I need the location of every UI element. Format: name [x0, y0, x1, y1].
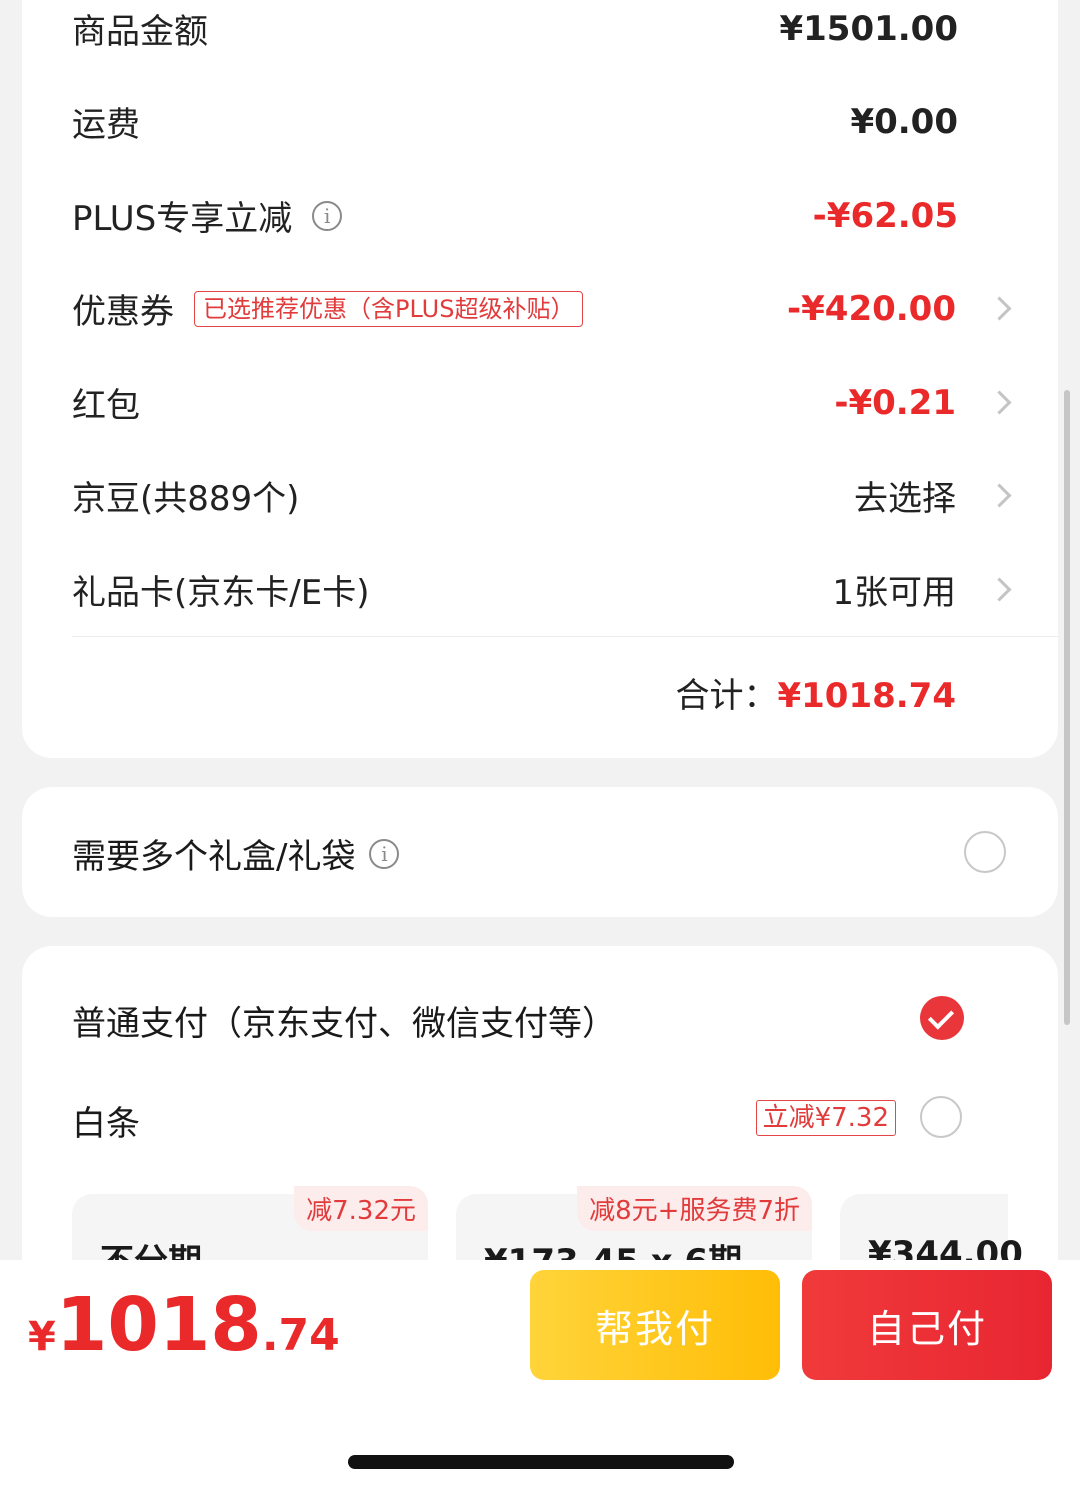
info-icon[interactable]: i	[369, 838, 400, 869]
plus-discount-value: -¥62.05	[812, 195, 958, 236]
order-summary-card: 商品金额 ¥1501.00 运费 ¥0.00 PLUS专享立减 i -¥62.0…	[22, 0, 1058, 758]
self-pay-button[interactable]: 自己付	[802, 1270, 1052, 1380]
red-packet-value: -¥0.21	[834, 382, 956, 423]
gift-box-card: 需要多个礼盒/礼袋 i	[22, 787, 1058, 917]
installment-badge: 减7.32元	[294, 1186, 428, 1231]
divider	[72, 636, 1058, 637]
normal-payment-checked-icon[interactable]	[920, 996, 964, 1040]
coupon-value: -¥420.00	[787, 288, 956, 329]
chevron-right-icon[interactable]	[987, 390, 1012, 415]
chevron-right-icon[interactable]	[987, 483, 1012, 508]
gift-card-value: 1张可用	[832, 573, 956, 613]
info-icon[interactable]: i	[312, 200, 343, 231]
coupon-row[interactable]: 优惠券 已选推荐优惠（含PLUS超级补贴） -¥420.00	[72, 262, 1012, 355]
gift-box-label: 需要多个礼盒/礼袋 i	[72, 829, 400, 878]
goods-amount-row: 商品金额 ¥1501.00	[72, 0, 1008, 75]
total-label: 合计：	[675, 676, 778, 716]
normal-payment-label[interactable]: 普通支付（京东支付、微信支付等）	[72, 996, 616, 1045]
jingdou-row[interactable]: 京豆(共889个) 去选择	[72, 449, 1012, 542]
shipping-row: 运费 ¥0.00	[72, 75, 1008, 168]
goods-amount-label: 商品金额	[72, 12, 208, 52]
shipping-label: 运费	[72, 105, 140, 145]
coupon-label: 优惠券 已选推荐优惠（含PLUS超级补贴）	[72, 284, 584, 333]
gift-card-row[interactable]: 礼品卡(京东卡/E卡) 1张可用	[72, 543, 1012, 636]
gift-box-radio[interactable]	[964, 831, 1006, 873]
gift-card-label: 礼品卡(京东卡/E卡)	[72, 573, 370, 613]
total-value: ¥1018.74	[777, 676, 956, 716]
baitiao-discount-tag: 立减¥7.32	[755, 1100, 896, 1136]
jingdou-value: 去选择	[854, 479, 956, 519]
help-pay-button[interactable]: 帮我付	[530, 1270, 780, 1380]
gift-box-text: 需要多个礼盒/礼袋	[72, 837, 356, 877]
red-packet-row[interactable]: 红包 -¥0.21	[72, 356, 1012, 449]
plus-discount-row: PLUS专享立减 i -¥62.05	[72, 169, 1008, 262]
bottom-bar: ¥1018.74 帮我付 自己付	[0, 1260, 1080, 1490]
baitiao-label[interactable]: 白条	[72, 1096, 140, 1145]
baitiao-radio[interactable]	[920, 1096, 962, 1138]
plus-discount-text: PLUS专享立减	[72, 199, 293, 239]
installment-badge: 减8元+服务费7折	[577, 1186, 812, 1231]
currency-symbol: ¥	[28, 1314, 56, 1360]
jingdou-label: 京豆(共889个)	[72, 479, 300, 519]
chevron-right-icon[interactable]	[987, 296, 1012, 321]
price-decimal: .74	[261, 1310, 340, 1361]
total: 合计：¥1018.74	[675, 668, 956, 717]
scrollbar[interactable]	[1064, 390, 1070, 1025]
chevron-right-icon[interactable]	[987, 577, 1012, 602]
red-packet-label: 红包	[72, 386, 140, 426]
coupon-text: 优惠券	[72, 292, 174, 332]
footer-price: ¥1018.74	[28, 1282, 340, 1368]
shipping-value: ¥0.00	[850, 101, 958, 142]
price-integer: 1018	[55, 1282, 262, 1368]
plus-discount-label: PLUS专享立减 i	[72, 191, 343, 240]
goods-amount-value: ¥1501.00	[779, 8, 958, 49]
coupon-selected-tag: 已选推荐优惠（含PLUS超级补贴）	[194, 290, 584, 327]
home-indicator[interactable]	[348, 1455, 734, 1469]
